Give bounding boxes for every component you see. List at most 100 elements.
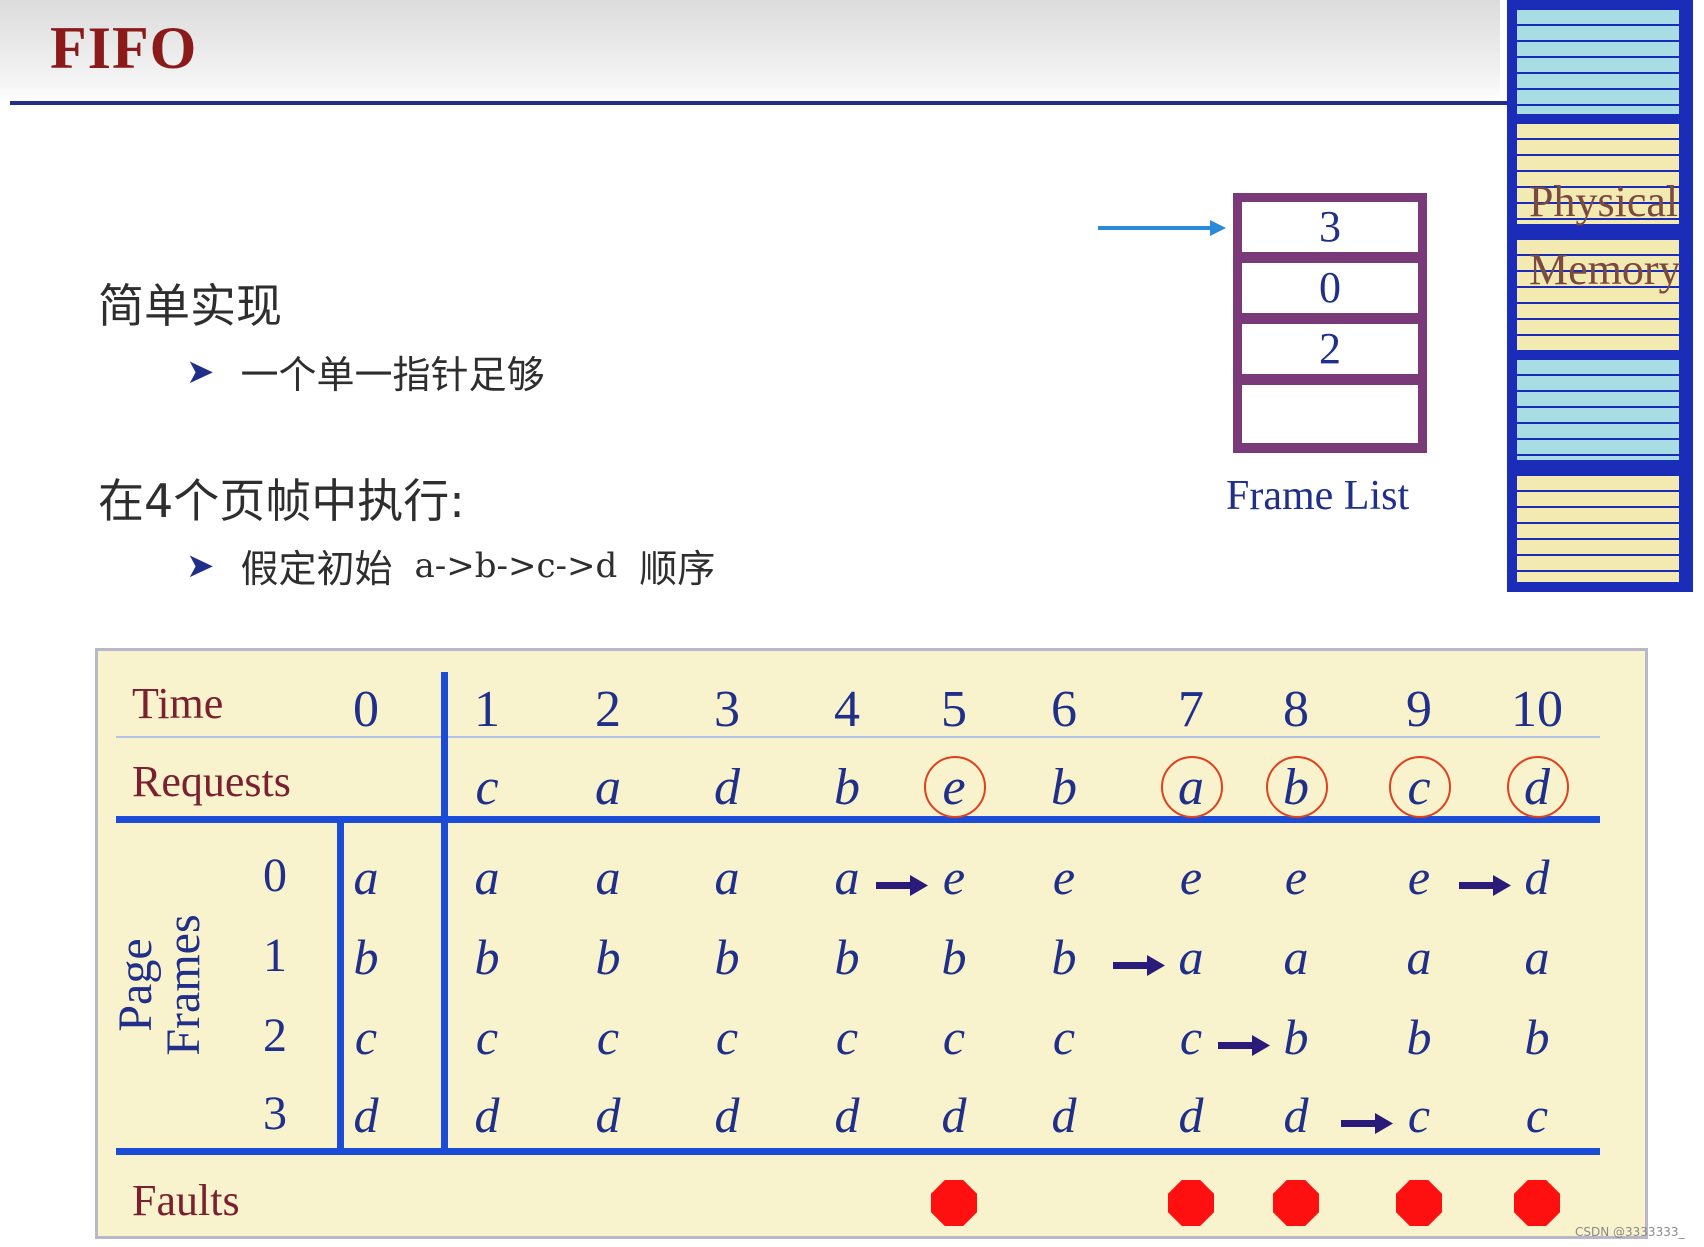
frame-index: 1 xyxy=(263,929,287,982)
frame-cell: d xyxy=(1051,1087,1077,1143)
frame-list-cell: 0 xyxy=(1242,263,1418,313)
frame-cell: c xyxy=(1052,1009,1076,1065)
frame-cell: c xyxy=(1179,1009,1203,1065)
time-cell: 2 xyxy=(595,681,621,738)
frame-cell: b xyxy=(1524,1009,1550,1065)
request-cell: b xyxy=(834,759,860,816)
frame-list: 3 0 2 xyxy=(1233,193,1427,453)
frame-cell: b xyxy=(714,929,740,985)
frame-cell: a xyxy=(353,849,379,905)
frame-cell: c xyxy=(942,1009,966,1065)
fault-request-circle xyxy=(1266,756,1328,818)
frame-index: 2 xyxy=(263,1009,287,1062)
initial-column-rule xyxy=(441,672,448,1155)
page-fault-marker xyxy=(931,1180,977,1226)
time-cell: 3 xyxy=(714,681,740,738)
frame-cell: c xyxy=(596,1009,620,1065)
frame-cell: d xyxy=(1178,1087,1204,1143)
faults-label: Faults xyxy=(132,1176,240,1225)
frame-cell: d xyxy=(1524,849,1550,905)
time-cell: 10 xyxy=(1511,681,1563,738)
time-cell: 0 xyxy=(353,681,379,738)
frame-cell: b xyxy=(834,929,860,985)
time-label: Time xyxy=(132,679,224,728)
time-cell: 7 xyxy=(1178,681,1204,738)
bullet-single-pointer: ➤ 一个单一指针足够 xyxy=(186,344,545,399)
frame-cell: d xyxy=(1283,1087,1309,1143)
frame-cell: d xyxy=(941,1087,967,1143)
memory-block-blue xyxy=(1517,10,1679,114)
bullet-arrow-icon: ➤ xyxy=(186,545,215,586)
page-frames-label-line1: Page xyxy=(109,938,162,1032)
frame-cell: e xyxy=(1179,849,1203,905)
frame-cell: d xyxy=(474,1087,500,1143)
frame-cell: b xyxy=(1051,929,1077,985)
page-fault-marker xyxy=(1273,1180,1319,1226)
frame-cell: d xyxy=(353,1087,379,1143)
replacement-arrow-icon xyxy=(1113,955,1165,976)
frame-cell: b xyxy=(1406,1009,1432,1065)
frame-list-label: Frame List xyxy=(1226,473,1410,519)
frame-index: 3 xyxy=(263,1087,287,1140)
fault-request-circle xyxy=(1389,756,1451,818)
frame-cell: a xyxy=(1406,929,1432,985)
frame-cell: e xyxy=(942,849,966,905)
physical-memory-column: Physical Memory xyxy=(1507,0,1693,592)
frame-cell: b xyxy=(941,929,967,985)
physical-memory-label-line1: Physical xyxy=(1529,177,1679,226)
replacement-arrow-icon xyxy=(876,875,928,896)
page-frames-label: Page Frames xyxy=(109,895,210,1075)
request-cell: b xyxy=(1051,759,1077,816)
replacement-arrow-icon xyxy=(1459,875,1511,896)
frame-cell: e xyxy=(1052,849,1076,905)
page-fault-marker xyxy=(1396,1180,1442,1226)
frame-list-cell xyxy=(1242,385,1418,443)
frame-list-cell: 2 xyxy=(1242,324,1418,374)
request-cell: a xyxy=(595,759,621,816)
title-divider xyxy=(10,101,1510,105)
time-cell: 6 xyxy=(1051,681,1077,738)
physical-memory-label-line2: Memory xyxy=(1529,245,1681,294)
frame-cell: a xyxy=(474,849,500,905)
frame-cell: b xyxy=(595,929,621,985)
frame-cell: e xyxy=(1284,849,1308,905)
frame-cell: d xyxy=(714,1087,740,1143)
pointer-arrow-icon xyxy=(1098,220,1226,236)
memory-block-blue xyxy=(1517,360,1679,460)
frame-cell: a xyxy=(1178,929,1204,985)
frame-cell: e xyxy=(1407,849,1431,905)
frame-cell: a xyxy=(595,849,621,905)
frame-cell: a xyxy=(714,849,740,905)
page-fault-marker xyxy=(1168,1180,1214,1226)
watermark: CSDN @3333333_ xyxy=(1575,1225,1685,1239)
heading-simple-implementation: 简单实现 xyxy=(98,279,282,333)
frame-cell: d xyxy=(834,1087,860,1143)
fault-request-circle xyxy=(924,756,986,818)
request-cell: d xyxy=(714,759,740,816)
replacement-arrow-icon xyxy=(1341,1113,1393,1134)
title-band xyxy=(0,0,1500,102)
time-cell: 8 xyxy=(1283,681,1309,738)
slide-title: FIFO xyxy=(50,15,198,81)
frame-cell: b xyxy=(474,929,500,985)
bullet-initial-order: ➤ 假定初始 a->b->c->d 顺序 xyxy=(186,538,715,593)
heading-run-on-frames: 在4个页帧中执行: xyxy=(98,474,465,528)
replacement-arrow-icon xyxy=(1218,1035,1270,1056)
bullet-text-prefix: 假定初始 xyxy=(240,547,393,591)
time-cell: 4 xyxy=(834,681,860,738)
frame-cell: b xyxy=(1283,1009,1309,1065)
bullet-text: 一个单一指针足够 xyxy=(240,353,545,397)
frame-cell: a xyxy=(834,849,860,905)
frame-cell: d xyxy=(595,1087,621,1143)
frame-cell: c xyxy=(475,1009,499,1065)
frame-cell: a xyxy=(1524,929,1550,985)
page-fault-marker xyxy=(1514,1180,1560,1226)
frame-cell: c xyxy=(1407,1087,1431,1143)
request-cell: c xyxy=(475,759,499,816)
frame-cell: b xyxy=(353,929,379,985)
frame-cell: c xyxy=(715,1009,739,1065)
fault-request-circle xyxy=(1161,756,1223,818)
bullet-arrow-icon: ➤ xyxy=(186,351,215,392)
time-cell: 5 xyxy=(941,681,967,738)
frame-cell: c xyxy=(354,1009,378,1065)
